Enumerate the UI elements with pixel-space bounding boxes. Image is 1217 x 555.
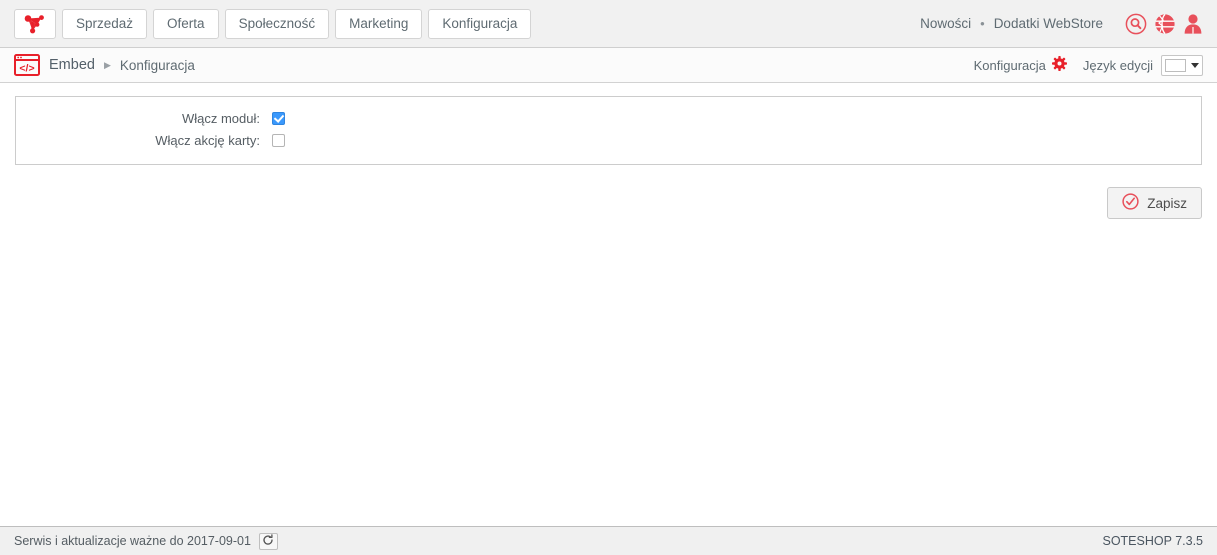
embed-code-icon: </>	[14, 54, 49, 76]
gear-icon[interactable]	[1051, 56, 1067, 74]
breadcrumb-current: Konfiguracja	[119, 57, 195, 73]
refresh-button[interactable]	[258, 532, 278, 550]
save-button-label: Zapisz	[1147, 195, 1187, 211]
search-icon[interactable]	[1125, 13, 1147, 35]
form-label: Włącz akcję karty:	[155, 133, 260, 148]
language-label: Język edycji	[1082, 57, 1153, 73]
nav-item-sprzedaz[interactable]: Sprzedaż	[62, 8, 148, 39]
poland-flag-icon	[1165, 58, 1186, 72]
nav-item-spolecznosc[interactable]: Społeczność	[224, 8, 330, 39]
top-nav-right-group: Nowości • Dodatki WebStore	[920, 13, 1203, 35]
nav-item-marketing[interactable]: Marketing	[335, 8, 423, 39]
main-content: Włącz moduł: Włącz akcję karty: Zapisz	[0, 83, 1217, 526]
nav-item-label: Społeczność	[238, 16, 316, 31]
nav-item-label: Sprzedaż	[76, 16, 134, 31]
checkbox-enable-card-action[interactable]	[272, 134, 285, 147]
globe-icon[interactable]	[1154, 13, 1176, 35]
form-row-enable-module: Włącz moduł:	[16, 111, 1201, 126]
link-nowosci[interactable]: Nowości	[920, 16, 971, 31]
header-icon-group	[1125, 13, 1203, 35]
top-nav-left-group: Sprzedaż Oferta Społeczność Marketing Ko…	[14, 8, 537, 39]
config-link[interactable]: Konfiguracja	[974, 58, 1046, 73]
link-dodatki-webstore[interactable]: Dodatki WebStore	[994, 16, 1103, 31]
breadcrumb-module[interactable]: Embed	[49, 57, 95, 73]
status-bar: Serwis i aktualizacje ważne do 2017-09-0…	[0, 526, 1217, 555]
top-navigation-bar: Sprzedaż Oferta Społeczność Marketing Ko…	[0, 0, 1217, 48]
service-validity-text: Serwis i aktualizacje ważne do 2017-09-0…	[14, 534, 251, 548]
form-actions: Zapisz	[15, 165, 1202, 219]
chevron-down-icon	[1191, 62, 1199, 68]
settings-panel: Włącz moduł: Włącz akcję karty:	[15, 96, 1202, 165]
nav-item-label: Konfiguracja	[442, 16, 518, 31]
soteshop-logo-icon	[24, 14, 46, 34]
home-logo-button[interactable]	[14, 8, 56, 39]
form-label: Włącz moduł:	[181, 111, 260, 126]
nav-item-konfiguracja[interactable]: Konfiguracja	[428, 8, 532, 39]
nav-item-label: Marketing	[349, 16, 409, 31]
nav-item-label: Oferta	[167, 16, 205, 31]
user-icon[interactable]	[1183, 13, 1203, 35]
nav-separator: •	[980, 16, 985, 31]
breadcrumb-right-group: Konfiguracja Język edycji	[974, 54, 1203, 76]
save-button[interactable]: Zapisz	[1107, 187, 1202, 219]
breadcrumb-bar: </> Embed ▶ Konfiguracja Konfiguracja Ję…	[0, 48, 1217, 83]
breadcrumb-arrow-icon: ▶	[103, 59, 111, 70]
status-bar-left: Serwis i aktualizacje ważne do 2017-09-0…	[14, 532, 278, 550]
refresh-icon	[262, 533, 274, 549]
language-select[interactable]	[1161, 54, 1203, 76]
checkbox-enable-module[interactable]	[272, 112, 285, 125]
svg-text:</>: </>	[19, 62, 34, 74]
breadcrumb: </> Embed ▶ Konfiguracja	[14, 54, 195, 76]
nav-item-oferta[interactable]: Oferta	[153, 8, 219, 39]
check-circle-icon	[1122, 193, 1139, 213]
form-row-enable-card-action: Włącz akcję karty:	[16, 133, 1201, 148]
version-label: SOTESHOP 7.3.5	[1102, 534, 1203, 548]
